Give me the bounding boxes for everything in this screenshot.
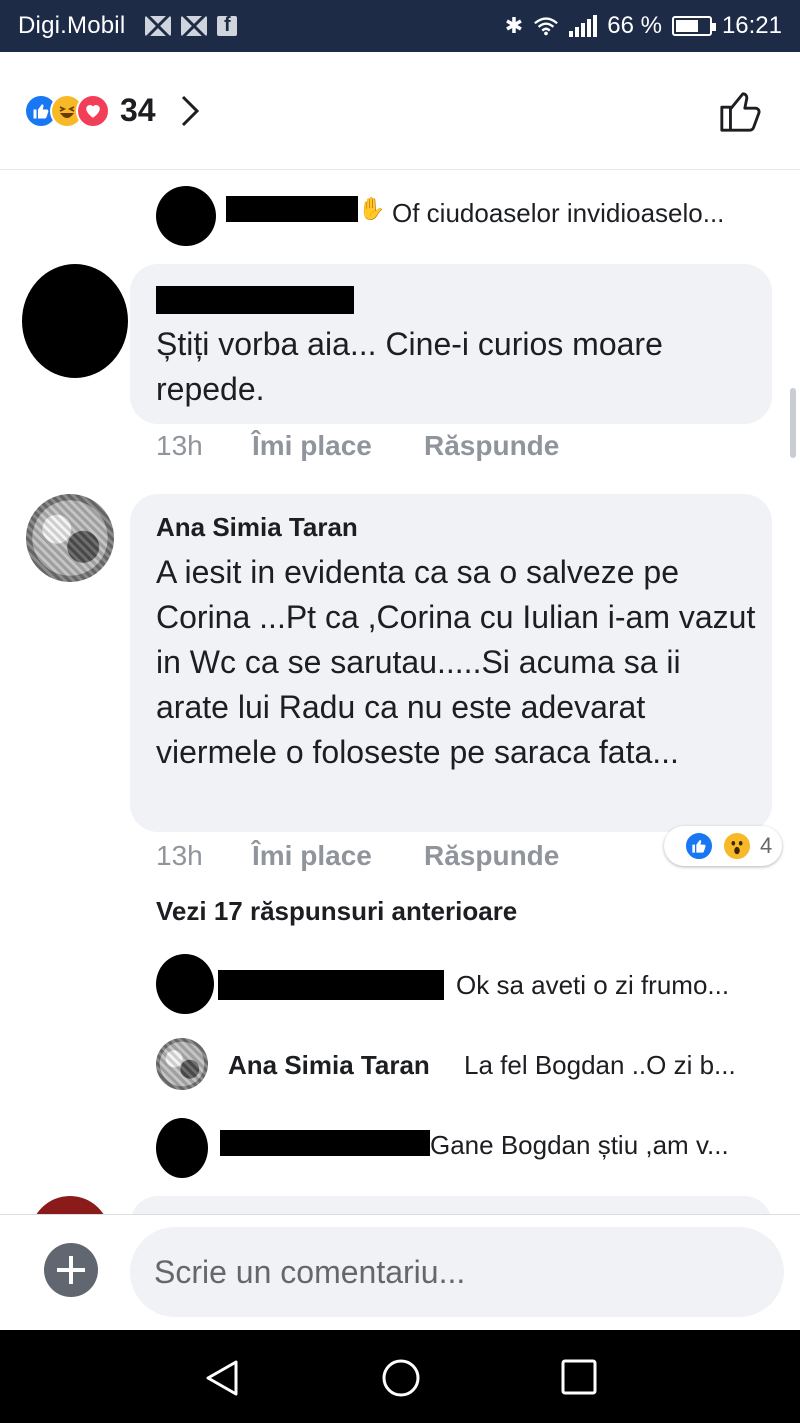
like-icon [684, 831, 714, 861]
comment-text: A iesit in evidenta ca sa o salveze pe C… [156, 554, 756, 770]
avatar[interactable] [156, 1118, 208, 1178]
mail-icon [145, 16, 171, 36]
comment-composer [0, 1214, 800, 1330]
comment-text: Știți vorba aia... Cine-i curios moare r… [156, 326, 663, 407]
carrier-name: Digi.Mobil [18, 12, 126, 39]
reply-preview[interactable]: Gane Bogdan știu ,am v... [430, 1130, 729, 1161]
avatar[interactable] [22, 264, 128, 378]
like-link[interactable]: Îmi place [252, 430, 372, 462]
avatar[interactable] [156, 1038, 208, 1090]
notification-icons [145, 14, 237, 37]
comment-author[interactable]: Ana Simia Taran [156, 512, 358, 543]
clock: 16:21 [721, 12, 782, 39]
comment-time: 13h [156, 840, 203, 871]
recent-apps-icon[interactable] [560, 1358, 598, 1396]
bluetooth-icon: ✱ [504, 13, 524, 38]
comment-reactions[interactable]: 4 [664, 826, 783, 866]
like-link[interactable]: Îmi place [252, 840, 372, 872]
love-icon [76, 93, 110, 128]
system-icons: ✱ 66 % 16:21 [505, 12, 782, 40]
redacted-name [218, 970, 444, 1000]
back-icon[interactable] [202, 1358, 242, 1398]
avatar[interactable] [156, 186, 216, 246]
chevron-right-icon [181, 95, 199, 126]
status-bar: Digi.Mobil ✱ 66 % 16:21 [0, 0, 800, 52]
mail-icon-2 [181, 16, 207, 36]
reply-preview[interactable]: Of ciudoaselor invidioaselo... [392, 198, 724, 229]
facebook-icon [217, 14, 237, 37]
like-outline-icon[interactable] [718, 88, 764, 134]
add-attachment-button[interactable] [44, 1243, 98, 1297]
reactions-header: 34 [0, 52, 800, 170]
reactions-count: 34 [120, 92, 156, 128]
reactions-summary[interactable]: 34 [24, 92, 200, 129]
scrollbar[interactable] [790, 388, 796, 458]
view-previous-replies[interactable]: Vezi 17 răspunsuri anterioare [156, 896, 517, 927]
battery-percent: 66 % [607, 12, 662, 39]
battery-icon [671, 16, 716, 36]
reply-author[interactable]: Ana Simia Taran [228, 1050, 430, 1081]
reply-link[interactable]: Răspunde [424, 430, 559, 462]
reply-preview[interactable]: La fel Bogdan ..O zi b... [464, 1050, 736, 1081]
comment-reaction-count: 4 [760, 833, 773, 858]
wow-icon [722, 831, 752, 861]
reply-author-name[interactable]: Ana Simia Taran [228, 1050, 430, 1080]
navigation-bar [0, 1330, 800, 1423]
comment-time: 13h [156, 430, 203, 461]
avatar[interactable] [156, 954, 214, 1014]
redacted-name [156, 286, 354, 314]
redacted-name [226, 196, 358, 222]
wave-icon: ✋ [358, 196, 386, 221]
signal-icon [569, 15, 598, 37]
reply-preview[interactable]: Ok sa aveti o zi frumo... [456, 970, 729, 1001]
redacted-name [220, 1130, 430, 1156]
avatar[interactable] [26, 494, 114, 582]
reply-link[interactable]: Răspunde [424, 840, 559, 872]
home-icon[interactable] [381, 1358, 421, 1398]
wifi-icon [534, 17, 559, 36]
comment-input[interactable] [130, 1227, 784, 1317]
